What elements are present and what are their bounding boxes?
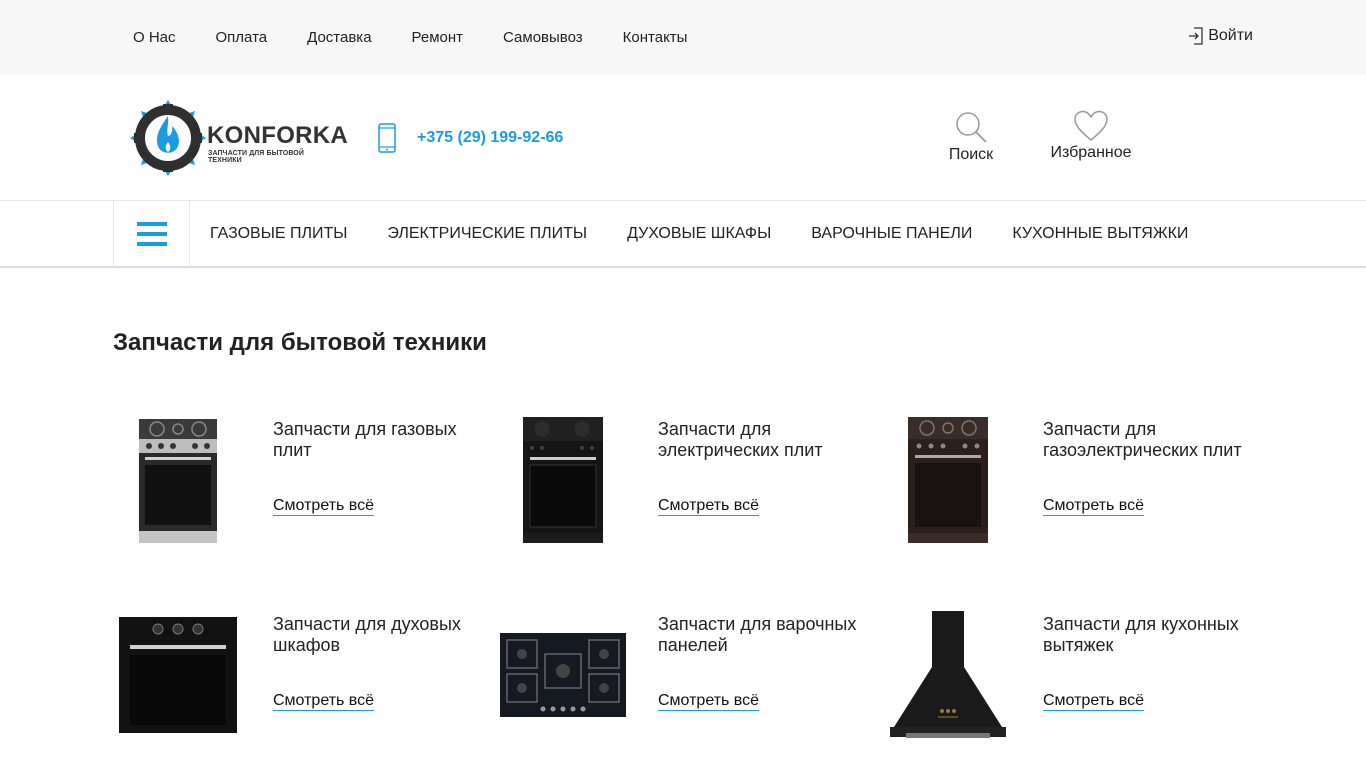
category-card-title[interactable]: Запчасти для газоэлектрических плит [1043,419,1258,461]
view-all-link[interactable]: Смотреть всё [658,692,760,711]
login-label: Войти [1208,27,1253,44]
category-links: ГАЗОВЫЕ ПЛИТЫ ЭЛЕКТРИЧЕСКИЕ ПЛИТЫ ДУХОВЫ… [210,201,1228,267]
view-all-link[interactable]: Смотреть всё [1043,692,1145,711]
category-card-gas-stoves: Запчасти для газовых плит Смотреть всё [113,405,493,565]
phone-contact[interactable]: +375 (29) 199-92-66 [377,123,563,153]
category-electric-stoves[interactable]: ЭЛЕКТРИЧЕСКИЕ ПЛИТЫ [387,225,587,243]
top-bar: О Нас Оплата Доставка Ремонт Самовывоз К… [0,0,1366,74]
login-icon [1189,27,1203,45]
category-gas-stoves[interactable]: ГАЗОВЫЕ ПЛИТЫ [210,225,347,243]
oven-image[interactable] [113,600,243,750]
hamburger-menu-icon [136,222,167,246]
category-card-gas-electric-stoves: Запчасти для газоэлектрических плит Смот… [883,405,1263,565]
category-hoods[interactable]: КУХОННЫЕ ВЫТЯЖКИ [1012,225,1188,243]
hood-image[interactable] [883,600,1013,750]
phone-number[interactable]: +375 (29) 199-92-66 [417,129,563,147]
category-card-title[interactable]: Запчасти для кухонных вытяжек [1043,614,1258,656]
category-card-title[interactable]: Запчасти для духовых шкафов [273,614,488,656]
top-nav-contacts[interactable]: Контакты [623,29,688,46]
header: KONFORKA ЗАПЧАСТИ ДЛЯ БЫТОВОЙ ТЕХНИКИ +3… [0,74,1366,200]
top-nav-about[interactable]: О Нас [133,29,176,46]
view-all-link[interactable]: Смотреть всё [273,692,375,711]
page-title: Запчасти для бытовой техники [113,329,487,356]
heart-icon [1074,110,1108,141]
category-card-hoods: Запчасти для кухонных вытяжек Смотреть в… [883,600,1263,760]
category-card-title[interactable]: Запчасти для варочных панелей [658,614,873,656]
gas-electric-stove-image[interactable] [883,405,1013,555]
top-nav-delivery[interactable]: Доставка [307,29,371,46]
top-nav-repair[interactable]: Ремонт [412,29,464,46]
search-button[interactable]: Поиск [945,110,997,164]
top-nav: О Нас Оплата Доставка Ремонт Самовывоз К… [133,0,727,74]
mobile-phone-icon [378,123,396,153]
category-card-electric-stoves: Запчасти для электрических плит Смотреть… [498,405,878,565]
hob-image[interactable] [498,600,628,750]
logo-tagline: ЗАПЧАСТИ ДЛЯ БЫТОВОЙ ТЕХНИКИ [208,150,304,164]
logo-brand: KONFORKA [207,122,349,149]
category-nav: ГАЗОВЫЕ ПЛИТЫ ЭЛЕКТРИЧЕСКИЕ ПЛИТЫ ДУХОВЫ… [0,200,1366,268]
favorites-button[interactable]: Избранное [1048,110,1134,162]
category-card-hobs: Запчасти для варочных панелей Смотреть в… [498,600,878,760]
electric-stove-image[interactable] [498,405,628,555]
view-all-link[interactable]: Смотреть всё [273,497,375,516]
gear-flame-logo-icon [130,100,206,176]
category-ovens[interactable]: ДУХОВЫЕ ШКАФЫ [627,225,771,243]
catalog-menu-button[interactable] [113,201,190,267]
top-nav-pickup[interactable]: Самовывоз [503,29,583,46]
gas-stove-image[interactable] [113,405,243,555]
category-card-title[interactable]: Запчасти для электрических плит [658,419,873,461]
view-all-link[interactable]: Смотреть всё [658,497,760,516]
logo[interactable]: KONFORKA ЗАПЧАСТИ ДЛЯ БЫТОВОЙ ТЕХНИКИ [128,98,348,178]
category-card-title[interactable]: Запчасти для газовых плит [273,419,488,461]
category-card-ovens: Запчасти для духовых шкафов Смотреть всё [113,600,493,760]
favorites-label: Избранное [1050,144,1132,161]
category-hobs[interactable]: ВАРОЧНЫЕ ПАНЕЛИ [811,225,972,243]
view-all-link[interactable]: Смотреть всё [1043,497,1145,516]
top-nav-payment[interactable]: Оплата [216,29,268,46]
search-label: Поиск [948,146,994,163]
search-icon [956,112,987,143]
login-button[interactable]: Войти [1188,27,1253,45]
